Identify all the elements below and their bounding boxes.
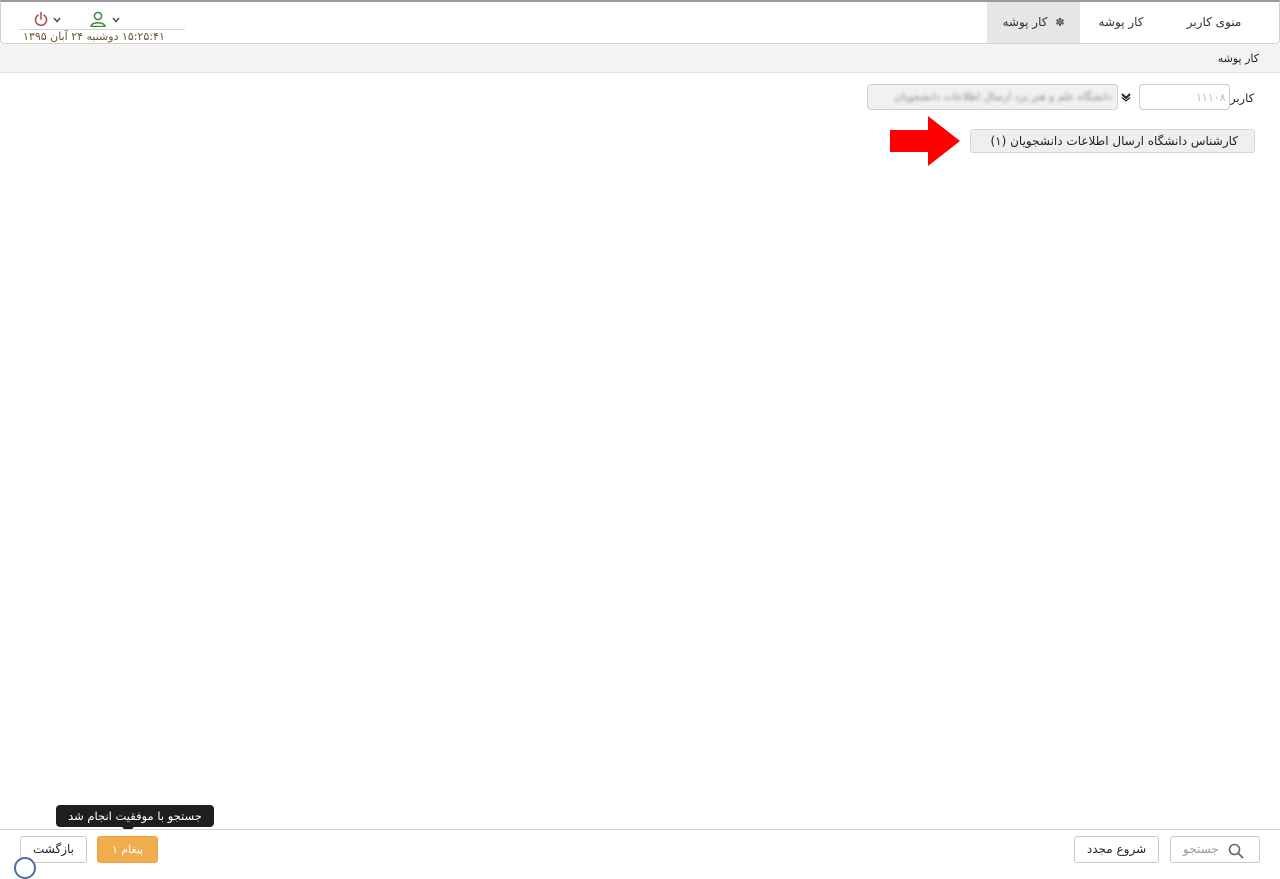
back-button-label: بازگشت xyxy=(33,842,74,856)
search-button[interactable]: جستجو xyxy=(1170,836,1260,863)
session-panel: ۱۵:۲۵:۴۱ دوشنبه ۲۴ آبان ۱۳۹۵ xyxy=(19,8,185,44)
messages-button-label: ۱ پیغام xyxy=(111,843,144,856)
tab-work-folder-active[interactable]: کار پوشه ✽ xyxy=(987,2,1080,43)
search-icon xyxy=(1228,843,1244,859)
arrow-right-icon xyxy=(890,116,960,166)
tooltip-text: جستجو با موفقیت انجام شد xyxy=(68,809,202,823)
tab-work-folder-active-label: کار پوشه xyxy=(1002,15,1048,29)
user-label: کاربر xyxy=(1230,91,1255,105)
unit-select[interactable]: دانشگاه علم و هنر یزد ارسال اطلاعات دانش… xyxy=(867,84,1118,110)
unit-select-value: دانشگاه علم و هنر یزد ارسال اطلاعات دانش… xyxy=(894,91,1112,103)
user-icon[interactable] xyxy=(89,11,107,27)
chevron-down-icon[interactable] xyxy=(53,16,61,24)
tab-user-menu-label: منوی کاربر xyxy=(1186,15,1242,29)
restart-button[interactable]: شروع مجدد xyxy=(1074,836,1159,863)
search-button-label: جستجو xyxy=(1183,842,1219,856)
help-icon[interactable] xyxy=(14,857,36,879)
chevron-down-icon[interactable] xyxy=(1120,91,1132,103)
role-button-label: کارشناس دانشگاه ارسال اطلاعات دانشجویان … xyxy=(990,134,1238,148)
tooltip: جستجو با موفقیت انجام شد xyxy=(56,805,214,827)
messages-button[interactable]: ۱ پیغام xyxy=(97,836,158,863)
chevron-down-icon[interactable] xyxy=(112,16,120,24)
bottom-bar: بازگشت ۱ پیغام شروع مجدد جستجو xyxy=(0,829,1280,864)
restart-button-label: شروع مجدد xyxy=(1086,842,1147,856)
puzzle-icon: ✽ xyxy=(1055,16,1065,29)
current-datetime: ۱۵:۲۵:۴۱ دوشنبه ۲۴ آبان ۱۳۹۵ xyxy=(23,30,165,43)
tab-work-folder-label: کار پوشه xyxy=(1098,15,1144,29)
tab-work-folder[interactable]: کار پوشه xyxy=(1081,2,1161,43)
user-code-input[interactable] xyxy=(1139,84,1230,110)
tab-user-menu[interactable]: منوی کاربر xyxy=(1162,2,1266,43)
role-button[interactable]: کارشناس دانشگاه ارسال اطلاعات دانشجویان … xyxy=(970,129,1255,153)
top-bar: منوی کاربر کار پوشه کار پوشه ✽ ۱۵:۲۵:۴۱ … xyxy=(0,0,1280,44)
breadcrumb-bar: کار پوشه xyxy=(0,44,1280,73)
power-icon[interactable] xyxy=(33,11,49,27)
breadcrumb: کار پوشه xyxy=(1217,52,1259,65)
